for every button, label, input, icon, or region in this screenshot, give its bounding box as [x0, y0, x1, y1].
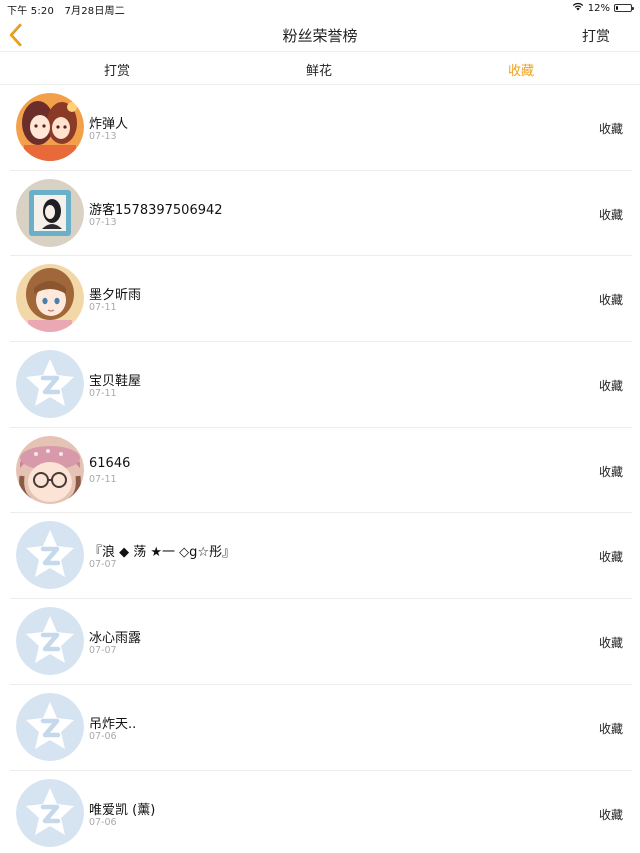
status-date: 7月28日周二: [64, 6, 125, 17]
user-name: 唯爱凯 (薰): [89, 802, 156, 818]
collect-button[interactable]: 收藏: [599, 720, 623, 737]
collect-button[interactable]: 收藏: [599, 548, 623, 565]
collect-button[interactable]: 收藏: [599, 463, 623, 480]
favorite-date: 07-06: [89, 730, 117, 742]
favorite-date: 07-06: [89, 816, 117, 828]
avatar[interactable]: [16, 350, 84, 419]
favorite-date: 07-13: [89, 131, 117, 142]
list-item[interactable]: 炸弹人 07-13 收藏: [10, 85, 632, 171]
nav-bar: 粉丝荣誉榜 打赏: [0, 18, 640, 52]
anime-girl-avatar-icon: [16, 264, 84, 333]
avatar[interactable]: [16, 607, 84, 676]
user-name: 冰心雨露: [89, 631, 142, 647]
status-bar: 下午 5:20 7月28日周二 12%: [0, 0, 640, 18]
collect-button[interactable]: 收藏: [599, 291, 623, 308]
list-item[interactable]: 唯爱凯 (薰) 07-06 收藏: [10, 771, 632, 853]
battery-level: [616, 6, 618, 10]
avatar[interactable]: [16, 778, 84, 847]
default-star-avatar-icon: [16, 350, 84, 419]
fan-list: 炸弹人 07-13 收藏 游客1578397506942 07-13 收藏 墨夕昕雨 07-1…: [0, 85, 640, 853]
user-name: 61646: [89, 455, 131, 471]
wifi-icon: [572, 2, 584, 14]
favorite-date: 07-11: [89, 388, 117, 400]
avatar[interactable]: [16, 692, 84, 761]
user-name: 炸弹人: [89, 117, 129, 132]
reward-button[interactable]: 打赏: [582, 26, 610, 46]
user-name: 吊炸天..: [89, 716, 137, 732]
status-right: 12%: [572, 2, 634, 14]
avatar[interactable]: [16, 521, 84, 590]
default-star-avatar-icon: [16, 778, 84, 847]
list-item[interactable]: 吊炸天.. 07-06 收藏: [10, 685, 632, 771]
glasses-girl-avatar-icon: [16, 435, 84, 504]
favorite-date: 07-13: [89, 216, 117, 228]
list-item[interactable]: 『浪 ◆ 荡 ★一 ◇g☆彤』 07-07 收藏: [10, 513, 632, 600]
favorite-date: 07-07: [89, 645, 117, 657]
list-item[interactable]: 61646 07-11 收藏: [10, 428, 632, 514]
avatar[interactable]: [16, 435, 84, 504]
status-time: 下午 5:20: [7, 6, 55, 17]
default-star-avatar-icon: [16, 607, 84, 676]
avatar[interactable]: [16, 93, 84, 161]
tab-favorites[interactable]: 收藏: [508, 60, 534, 79]
battery-percent: 12%: [587, 2, 610, 14]
anime-girls-avatar-icon: [16, 93, 84, 161]
favorite-date: 07-07: [89, 559, 117, 571]
collect-button[interactable]: 收藏: [599, 806, 623, 823]
user-name: 宝贝鞋屋: [89, 374, 142, 390]
tab-flowers[interactable]: 鲜花: [306, 60, 332, 79]
tab-bar: 打赏 鲜花 收藏: [0, 53, 640, 85]
favorite-date: 07-11: [89, 473, 117, 485]
status-left: 下午 5:20 7月28日周二: [7, 2, 132, 17]
list-item[interactable]: 冰心雨露 07-07 收藏: [10, 599, 632, 685]
avatar[interactable]: [16, 264, 84, 333]
list-item[interactable]: 游客1578397506942 07-13 收藏: [10, 171, 632, 257]
list-item[interactable]: 墨夕昕雨 07-11 收藏: [10, 256, 632, 343]
favorite-date: 07-11: [89, 302, 117, 314]
user-name: 游客1578397506942: [89, 202, 223, 218]
default-star-avatar-icon: [16, 521, 84, 590]
collect-button[interactable]: 收藏: [599, 634, 623, 651]
framed-portrait-avatar-icon: [16, 178, 84, 247]
battery-icon: [614, 4, 634, 12]
collect-button[interactable]: 收藏: [599, 377, 623, 394]
collect-button[interactable]: 收藏: [599, 120, 623, 137]
list-item[interactable]: 宝贝鞋屋 07-11 收藏: [10, 342, 632, 428]
tab-reward[interactable]: 打赏: [104, 60, 130, 79]
user-name: 『浪 ◆ 荡 ★一 ◇g☆彤』: [89, 545, 236, 561]
page-title: 粉丝荣誉榜: [282, 27, 358, 45]
avatar[interactable]: [16, 178, 84, 247]
default-star-avatar-icon: [16, 692, 84, 761]
collect-button[interactable]: 收藏: [599, 206, 623, 223]
user-name: 墨夕昕雨: [89, 288, 142, 304]
